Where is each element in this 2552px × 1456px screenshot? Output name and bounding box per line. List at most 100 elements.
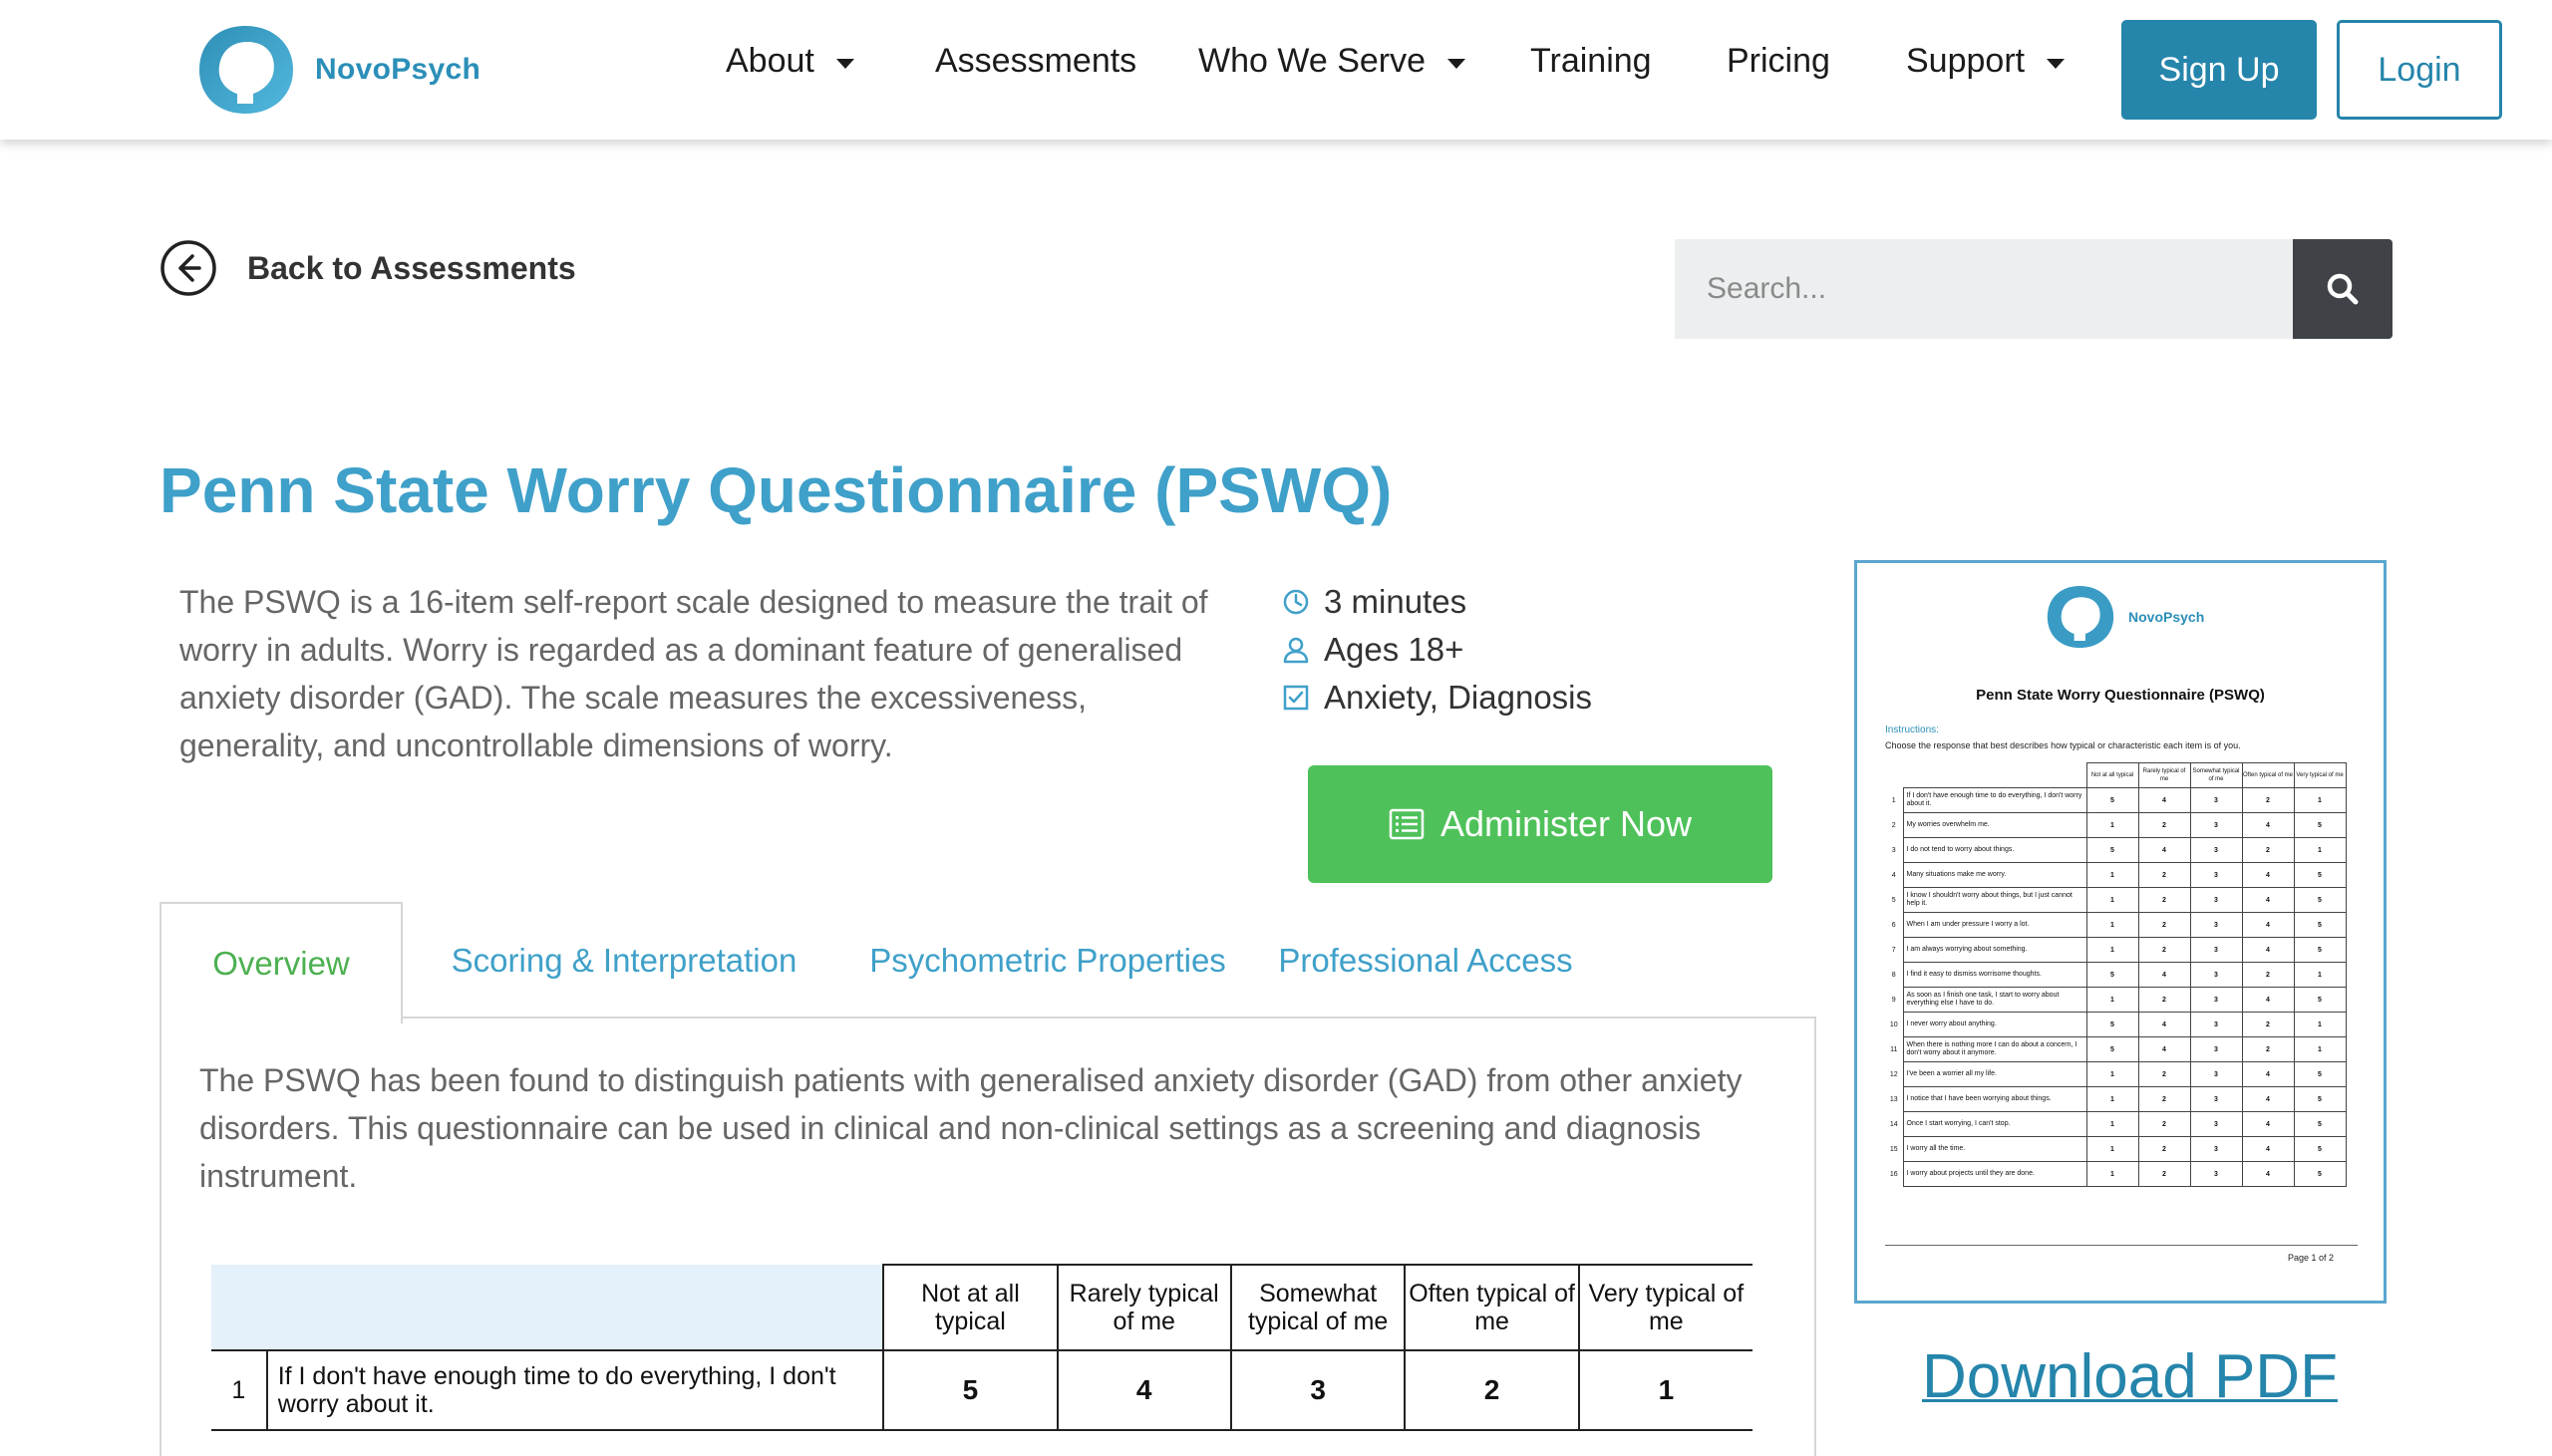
preview-footer-line (1885, 1245, 2358, 1246)
table-header-cell: Not at all typical (882, 1264, 1059, 1351)
preview-row: 10 I never worry about anything. 5 4 3 2 1 (1885, 1012, 2347, 1037)
preview-logo: NovoPsych (2045, 583, 2204, 651)
preview-score-cell: 3 (2189, 987, 2243, 1013)
meta-duration-text: 3 minutes (1324, 583, 1467, 620)
download-pdf-link[interactable]: Download PDF (1922, 1341, 2338, 1412)
table-score-cell: 3 (1229, 1349, 1407, 1431)
assessment-meta: 3 minutes Ages 18+ Anxiety, Diagnosis (1282, 578, 1592, 722)
table-row: 1 If I don't have enough time to do ever… (211, 1349, 1753, 1431)
preview-row: 8 I find it easy to dismiss worrisome tho… (1885, 962, 2347, 988)
nav-training[interactable]: Training (1530, 42, 1652, 81)
preview-score-cell: 2 (2241, 1036, 2295, 1062)
preview-score-cell: 2 (2241, 1012, 2295, 1037)
nav-pricing[interactable]: Pricing (1727, 42, 1830, 81)
preview-row-question: I notice that I have been worrying about… (1902, 1086, 2087, 1112)
preview-score-cell: 1 (2293, 837, 2347, 863)
meta-category: Anxiety, Diagnosis (1282, 674, 1592, 722)
table-header-cell: Rarely typical of me (1056, 1264, 1232, 1351)
preview-score-cell: 5 (2293, 812, 2347, 838)
preview-score-cell: 1 (2085, 1061, 2139, 1087)
tab-scoring-interpretation[interactable]: Scoring & Interpretation (452, 902, 798, 1019)
preview-score-cell: 1 (2085, 862, 2139, 888)
preview-score-cell: 1 (2293, 1036, 2347, 1062)
preview-header-cell: Rarely typical of me (2137, 762, 2191, 788)
preview-score-cell: 5 (2293, 862, 2347, 888)
administer-now-button[interactable]: Administer Now (1308, 765, 1772, 883)
preview-score-cell: 2 (2137, 1136, 2191, 1162)
tab-psychometric-properties[interactable]: Psychometric Properties (869, 902, 1226, 1019)
nav-about-label: About (726, 42, 814, 80)
site-header: NovoPsych About Assessments Who We Serve… (0, 0, 2552, 140)
preview-row: 15 I worry all the time. 1 2 3 4 5 (1885, 1136, 2347, 1162)
preview-row: 13 I notice that I have been worrying abo… (1885, 1086, 2347, 1112)
preview-row-question: I worry about projects until they are do… (1902, 1161, 2087, 1187)
assessment-description: The PSWQ is a 16-item self-report scale … (179, 584, 1208, 763)
preview-row-question: I've been a worrier all my life. (1902, 1061, 2087, 1087)
preview-row: 4 Many situations make me worry. 1 2 3 4 5 (1885, 862, 2347, 888)
preview-score-cell: 4 (2241, 1061, 2295, 1087)
nav-who-we-serve-label: Who We Serve (1198, 42, 1427, 80)
preview-row-question: Once I start worrying, I can't stop. (1902, 1111, 2087, 1137)
administer-now-label: Administer Now (1439, 803, 1693, 844)
nav-support[interactable]: Support (1906, 42, 2066, 81)
novopsych-logo-icon (195, 22, 297, 118)
preview-row-number: 6 (1891, 921, 1896, 929)
preview-score-cell: 2 (2137, 812, 2191, 838)
preview-row-number: 11 (1890, 1045, 1898, 1053)
back-to-assessments-link[interactable]: Back to Assessments (160, 239, 576, 297)
table-score-cell: 5 (882, 1349, 1059, 1431)
preview-score-cell: 5 (2293, 1086, 2347, 1112)
preview-score-cell: 3 (2189, 787, 2243, 813)
preview-score-cell: 2 (2241, 787, 2295, 813)
search-input[interactable] (1675, 239, 2293, 339)
back-label: Back to Assessments (247, 249, 576, 286)
preview-row-question: I do not tend to worry about things. (1902, 837, 2087, 863)
preview-score-cell: 5 (2293, 937, 2347, 963)
search-button[interactable] (2293, 239, 2392, 339)
nav-assessments[interactable]: Assessments (935, 42, 1136, 81)
preview-row-question: Many situations make me worry. (1902, 862, 2087, 888)
preview-header-cell: Often typical of me (2241, 762, 2295, 788)
table-header-row: Not at all typical Rarely typical of me … (211, 1264, 1753, 1351)
preview-score-cell: 5 (2085, 837, 2139, 863)
table-header-blank (211, 1265, 267, 1351)
preview-score-cell: 3 (2189, 1036, 2243, 1062)
preview-score-cell: 3 (2189, 1111, 2243, 1137)
chevron-down-icon (1447, 58, 1466, 69)
preview-score-cell: 5 (2293, 912, 2347, 938)
table-header-blank (266, 1265, 885, 1351)
novopsych-logo-icon (2047, 585, 2114, 649)
preview-score-cell: 5 (2293, 987, 2347, 1013)
brand-name: NovoPsych (315, 53, 481, 86)
preview-row: 1 If I don't have enough time to do every… (1885, 787, 2347, 813)
brand-logo[interactable]: NovoPsych (195, 22, 480, 118)
tab-overview[interactable]: Overview (160, 902, 403, 1023)
preview-score-cell: 2 (2137, 1111, 2191, 1137)
login-button[interactable]: Login (2337, 20, 2502, 120)
preview-score-cell: 5 (2085, 1036, 2139, 1062)
nav-who-we-serve[interactable]: Who We Serve (1198, 42, 1466, 81)
tab-professional-access[interactable]: Professional Access (1278, 902, 1572, 1019)
arrow-left-circle-icon (160, 239, 217, 297)
nav-about[interactable]: About (726, 42, 854, 81)
preview-row-question: As soon as I finish one task, I start to… (1902, 987, 2087, 1013)
preview-score-cell: 5 (2085, 962, 2139, 988)
preview-title: Penn State Worry Questionnaire (PSWQ) (1976, 687, 2265, 704)
preview-score-cell: 3 (2189, 1161, 2243, 1187)
preview-score-cell: 4 (2137, 1012, 2191, 1037)
preview-score-cell: 4 (2241, 912, 2295, 938)
search-bar (1675, 239, 2392, 339)
table-row-question: If I don't have enough time to do everyt… (265, 1349, 885, 1431)
sample-question-table: Not at all typical Rarely typical of me … (211, 1264, 1753, 1435)
sign-up-button[interactable]: Sign Up (2121, 20, 2317, 120)
preview-score-cell: 1 (2293, 962, 2347, 988)
pdf-preview[interactable]: NovoPsych Penn State Worry Questionnaire… (1854, 560, 2387, 1304)
preview-table: Not at all typical Rarely typical of me … (1885, 762, 2347, 1187)
preview-score-cell: 1 (2085, 1086, 2139, 1112)
preview-score-cell: 5 (2085, 1012, 2139, 1037)
preview-score-cell: 4 (2241, 862, 2295, 888)
preview-score-cell: 3 (2189, 912, 2243, 938)
preview-score-cell: 2 (2137, 937, 2191, 963)
preview-row-question: I worry all the time. (1902, 1136, 2087, 1162)
preview-row-number: 14 (1889, 1120, 1898, 1128)
